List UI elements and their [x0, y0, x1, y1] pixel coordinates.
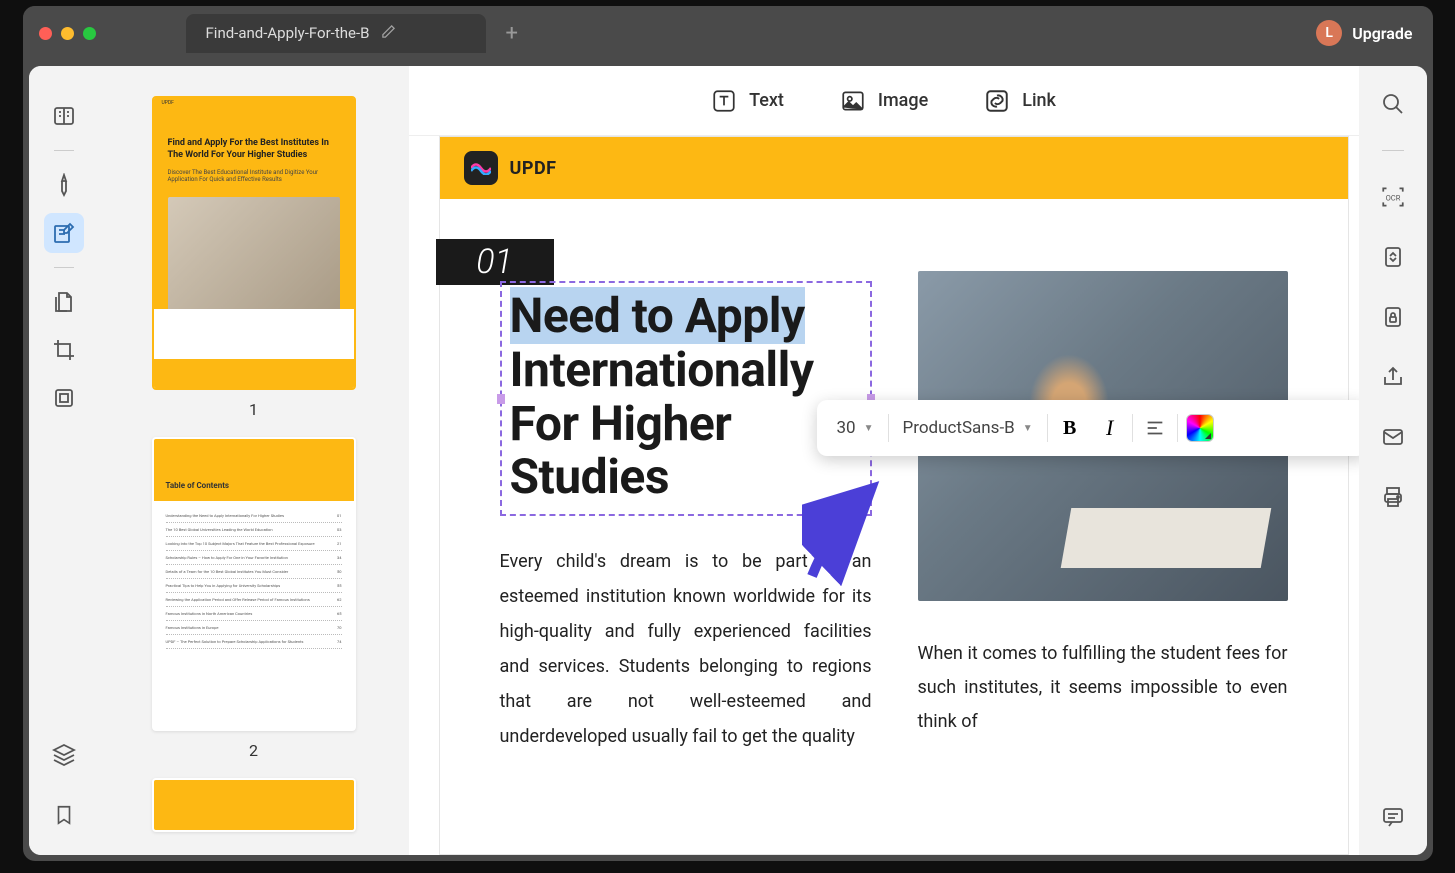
- thumb-title: Find and Apply For the Best Institutes I…: [154, 110, 354, 169]
- window-controls: [39, 27, 96, 40]
- thumbnails-panel: UPDF Find and Apply For the Best Institu…: [99, 66, 409, 855]
- close-window-button[interactable]: [39, 27, 52, 40]
- thumb-subtitle: Discover The Best Educational Institute …: [154, 169, 354, 183]
- email-button[interactable]: [1379, 423, 1407, 451]
- toc-item: Scholarship Rules – How to Apply For One…: [166, 551, 342, 565]
- text-format-toolbar: 30 ▼ ProductSans-B ▼ B I: [817, 400, 1359, 456]
- left-toolbar: [29, 66, 99, 855]
- reader-mode-button[interactable]: [44, 96, 84, 136]
- thumbnail-page-3[interactable]: [152, 778, 356, 832]
- share-button[interactable]: [1379, 363, 1407, 391]
- maximize-window-button[interactable]: [83, 27, 96, 40]
- toc-item: Understanding the Need to Apply Internat…: [166, 509, 342, 523]
- thumbnail-page-2[interactable]: Table of Contents Understanding the Need…: [152, 437, 356, 731]
- pencil-icon[interactable]: [381, 24, 396, 43]
- text-label: Text: [749, 90, 784, 111]
- document-header: UPDF: [440, 137, 1348, 199]
- font-size-select[interactable]: 30 ▼: [837, 418, 874, 438]
- highlighter-tool-button[interactable]: [44, 165, 84, 205]
- toc-item: Looking into the Top 10 Subject Majors T…: [166, 537, 342, 551]
- bookmark-button[interactable]: [44, 795, 84, 835]
- chevron-down-icon: ▼: [864, 423, 874, 434]
- font-family-select[interactable]: ProductSans-B ▼: [903, 418, 1033, 438]
- comments-button[interactable]: [1379, 803, 1407, 831]
- heading-selected-text[interactable]: Need to Apply: [510, 287, 805, 344]
- tab-strip: Find-and-Apply-For-the-B +: [186, 14, 518, 53]
- italic-button[interactable]: I: [1092, 410, 1128, 446]
- toc-title: Table of Contents: [154, 439, 354, 494]
- add-image-button[interactable]: Image: [840, 88, 928, 114]
- toc-list: Understanding the Need to Apply Internat…: [154, 501, 354, 657]
- brand-label: UPDF: [510, 158, 557, 179]
- arrow-annotation: [802, 466, 902, 586]
- right-toolbar: OCR: [1359, 66, 1427, 855]
- thumbnail-page-1[interactable]: UPDF Find and Apply For the Best Institu…: [152, 96, 356, 390]
- font-family-value: ProductSans-B: [903, 418, 1015, 438]
- link-label: Link: [1022, 90, 1056, 111]
- thumb-brand: UPDF: [162, 100, 174, 106]
- heading-line[interactable]: For Higher: [510, 397, 862, 451]
- body-paragraph[interactable]: When it comes to fulfilling the student …: [918, 637, 1288, 740]
- thumb-image: [168, 197, 340, 317]
- titlebar: Find-and-Apply-For-the-B + L Upgrade: [23, 6, 1433, 60]
- image-label: Image: [878, 90, 928, 111]
- toc-item: Reviewing the Application Period and Off…: [166, 593, 342, 607]
- toc-item: Famous Institutions in North American Co…: [166, 607, 342, 621]
- edit-toolbar: Text Image Link: [409, 66, 1359, 136]
- bold-button[interactable]: B: [1052, 410, 1088, 446]
- thumbnail-number: 1: [129, 400, 379, 419]
- logo-icon: [464, 151, 498, 185]
- ocr-button[interactable]: OCR: [1379, 183, 1407, 211]
- minimize-window-button[interactable]: [61, 27, 74, 40]
- chapter-number-badge: 01: [436, 239, 554, 285]
- content-area: Text Image Link UPDF: [409, 66, 1359, 855]
- new-tab-button[interactable]: +: [506, 21, 518, 46]
- protect-button[interactable]: [1379, 303, 1407, 331]
- edit-tool-button[interactable]: [44, 213, 84, 253]
- search-button[interactable]: [1379, 90, 1407, 118]
- toc-item: Practical Tips to Help You in Applying f…: [166, 579, 342, 593]
- color-swatch-icon: [1186, 414, 1214, 442]
- toc-item: UPDF – The Perfect Solution to Prepare S…: [166, 635, 342, 649]
- resize-handle-left[interactable]: [497, 394, 505, 404]
- upgrade-area[interactable]: L Upgrade: [1316, 20, 1412, 46]
- upgrade-label: Upgrade: [1352, 24, 1412, 43]
- redact-tool-button[interactable]: [44, 378, 84, 418]
- user-avatar[interactable]: L: [1316, 20, 1342, 46]
- toc-item: Details of a Team for the 10 Best Global…: [166, 565, 342, 579]
- thumbnail-number: 2: [129, 741, 379, 760]
- document-tab[interactable]: Find-and-Apply-For-the-B: [186, 14, 486, 53]
- layers-button[interactable]: [44, 735, 84, 775]
- crop-tool-button[interactable]: [44, 330, 84, 370]
- heading-line[interactable]: Internationally: [510, 343, 862, 397]
- convert-button[interactable]: [1379, 243, 1407, 271]
- text-color-button[interactable]: [1182, 410, 1218, 446]
- font-size-value: 30: [837, 418, 856, 438]
- print-button[interactable]: [1379, 483, 1407, 511]
- add-link-button[interactable]: Link: [984, 88, 1056, 114]
- toc-item: Famous Institutions in Europe70: [166, 621, 342, 635]
- toc-item: The 10 Best Global Universities Leading …: [166, 523, 342, 537]
- svg-text:OCR: OCR: [1385, 193, 1400, 202]
- add-text-button[interactable]: Text: [711, 88, 784, 114]
- pages-tool-button[interactable]: [44, 282, 84, 322]
- align-button[interactable]: [1137, 410, 1173, 446]
- chevron-down-icon: ▼: [1023, 423, 1033, 434]
- tab-title: Find-and-Apply-For-the-B: [206, 24, 370, 42]
